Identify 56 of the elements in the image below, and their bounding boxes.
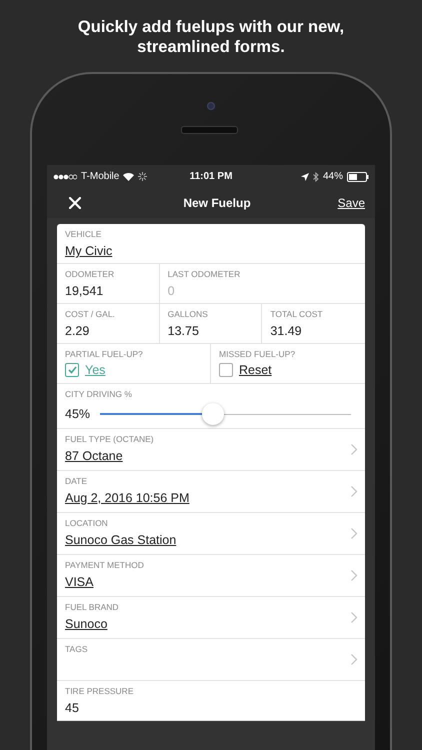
field-label: LAST ODOMETER [168,269,242,280]
chevron-icon[interactable] [351,612,357,623]
field-value: 2.29 [65,323,90,339]
field-label: CITY DRIVING % [65,389,133,400]
save-link[interactable]: Save [305,196,367,210]
field-label: COST / GAL. [65,309,116,320]
camera-lens [207,102,215,110]
field-label: DATE [65,476,88,487]
signal-icon [53,174,77,180]
field-label: PAYMENT METHOD [65,560,145,571]
clock-time: 11:01 PM [190,171,232,182]
battery-percent: 44% [322,171,343,182]
activity-icon [138,172,148,181]
field-label: TOTAL COST [270,309,324,320]
chevron-icon[interactable] [351,486,357,497]
chevron-icon[interactable] [351,654,357,665]
field-label: PARTIAL FUEL-UP? [65,349,144,360]
field-value[interactable]: Sunoco [65,616,343,632]
close-icon[interactable] [69,197,81,209]
field-label: MISSED FUEL-UP? [219,349,296,360]
field-value[interactable]: Aug 2, 2016 10:56 PM [65,490,343,506]
field-value[interactable]: My Civic [65,243,357,259]
slider-reading: 45% [65,406,90,422]
speaker-grille [181,126,238,134]
checkbox-label[interactable]: Reset [239,363,272,377]
field-label: TAGS [65,644,89,655]
checkbox[interactable] [65,363,79,377]
field-value[interactable]: VISA [65,574,343,590]
checkbox[interactable] [219,363,233,377]
headline: Quickly add fuelups with our new, streamlined forms. [76,17,346,57]
chevron-icon[interactable] [351,570,357,581]
field-label: FUEL BRAND [65,602,120,613]
slider[interactable] [100,403,351,425]
field-label: VEHICLE [65,229,102,240]
checkmark-icon [68,366,76,374]
field-value: 0 [168,283,176,299]
field-value[interactable]: Sunoco Gas Station [65,532,343,548]
field-value[interactable]: 87 Octane [65,448,343,464]
field-value: 13.75 [168,323,200,339]
field-label: TIRE PRESSURE [65,686,134,697]
chevron-icon[interactable] [351,528,357,539]
location-arrow-icon [300,172,309,180]
carrier-name: T-Mobile [81,171,120,182]
field-value: 45 [65,700,80,716]
chevron-icon[interactable] [351,444,357,455]
slider-thumb[interactable] [202,403,224,425]
field-value: 31.49 [270,323,303,339]
field-label: FUEL TYPE (OCTANE) [65,434,155,445]
wifi-icon [123,172,134,180]
field-label: ODOMETER [65,269,116,280]
field-value: 19,541 [65,283,104,299]
field-label: GALLONS [168,309,209,320]
battery-icon [347,172,369,182]
screen-title: New Fuelup [182,196,252,210]
field-label: LOCATION [65,518,109,529]
bluetooth-icon [312,172,319,182]
